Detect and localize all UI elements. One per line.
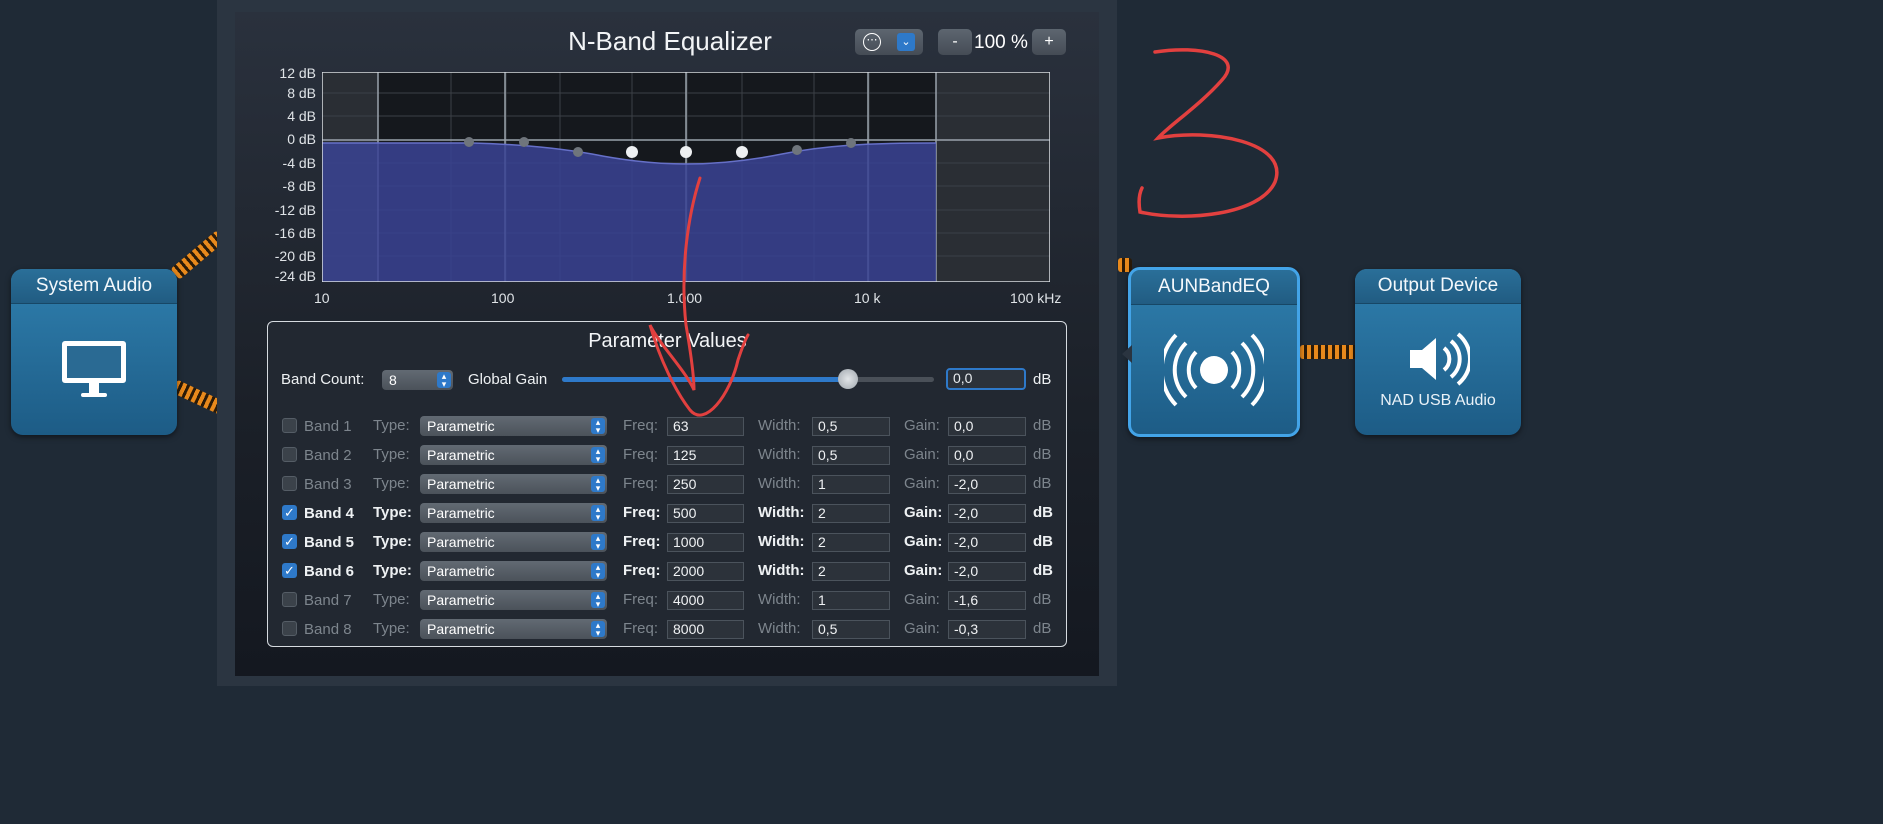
handwritten-annotation [648, 48, 1279, 417]
